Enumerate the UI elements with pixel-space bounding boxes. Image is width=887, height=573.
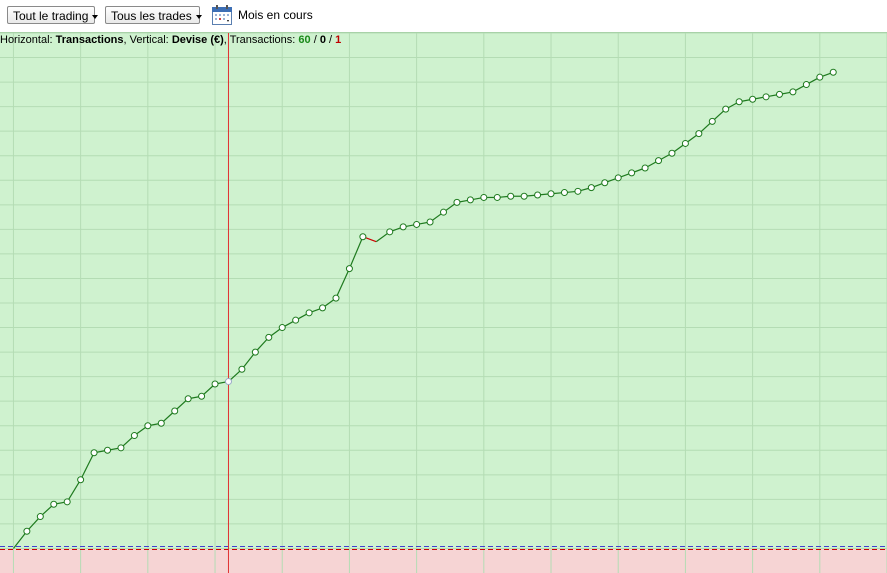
data-point [23,527,31,535]
data-point [211,380,219,388]
data-point [426,218,434,226]
data-point [816,73,824,81]
data-point [668,149,676,157]
chart-caption: Horizontal: Transactions, Vertical: Devi… [0,34,341,46]
wins-count: 60 [298,34,311,46]
horizontal-axis-label: Horizontal: [0,34,53,46]
data-point [278,324,286,332]
data-point [184,395,192,403]
horizontal-axis-value: Transactions [55,34,124,46]
data-point [466,196,474,204]
data-point [345,265,353,273]
data-point [762,93,770,101]
data-point [130,432,138,440]
data-point [722,105,730,113]
data-point [77,476,85,484]
data-point [157,419,165,427]
separator: / [310,34,320,46]
equity-chart [0,32,887,573]
data-point [507,192,515,200]
data-point [332,294,340,302]
vertical-axis-label: , Vertical: [123,34,169,46]
data-point [520,192,528,200]
data-point [453,198,461,206]
data-point [547,190,555,198]
data-point [198,392,206,400]
data-point [251,348,259,356]
data-point [117,444,125,452]
data-point [789,88,797,96]
losses-count: 1 [335,34,342,46]
data-point [90,449,98,457]
negative-region [0,548,887,573]
data-point [171,407,179,415]
data-point [292,316,300,324]
data-point [802,81,810,89]
data-point [413,220,421,228]
data-point [735,98,743,106]
data-point [493,193,501,201]
data-point [560,189,568,197]
data-point [238,365,246,373]
data-point [681,139,689,147]
vertical-axis-value: Devise (€) [171,34,224,46]
data-point [587,184,595,192]
data-point [708,117,716,125]
data-point [641,164,649,172]
positive-region [0,33,887,549]
data-point [574,187,582,195]
data-point [775,90,783,98]
data-point [829,68,837,76]
data-point [144,422,152,430]
data-point [749,95,757,103]
data-point [440,208,447,216]
separator: / [325,34,336,46]
data-point [319,304,327,312]
data-point [50,500,58,508]
data-point [614,174,622,182]
data-point [534,191,542,199]
data-point [305,309,313,317]
data-point [695,130,703,138]
data-point [63,498,71,506]
data-point [386,228,394,236]
data-point [628,169,636,177]
data-point [104,446,112,454]
data-point [36,513,44,521]
transactions-label: , Transactions: [223,34,296,46]
data-point [399,223,407,231]
highlighted-point [224,378,232,386]
data-point [265,333,273,341]
data-point [359,233,367,241]
data-point [601,179,609,187]
data-point [655,157,663,165]
data-point [480,193,488,201]
